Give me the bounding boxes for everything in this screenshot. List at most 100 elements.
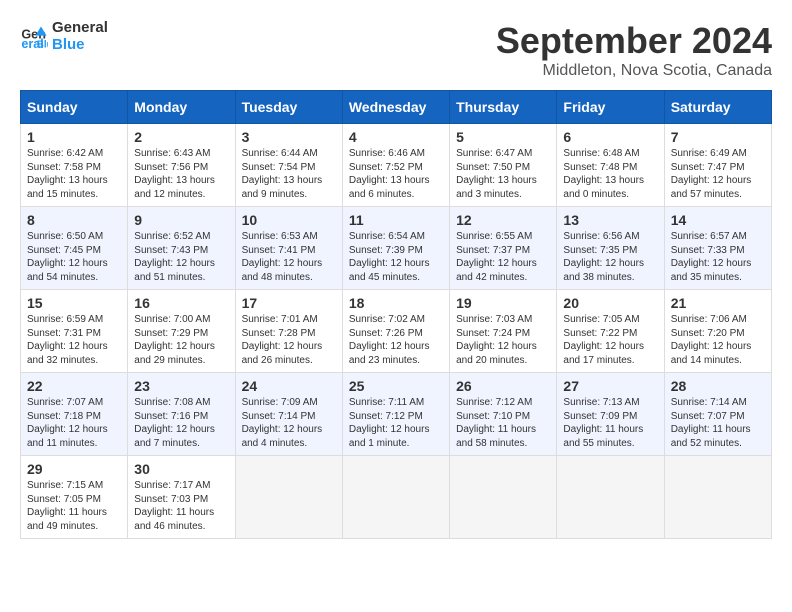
svg-text:Blue: Blue <box>37 39 48 50</box>
calendar-cell <box>664 456 771 539</box>
day-of-week-header: Thursday <box>450 91 557 124</box>
calendar-cell: 15 Sunrise: 6:59 AM Sunset: 7:31 PM Dayli… <box>21 290 128 373</box>
day-number: 11 <box>349 212 443 228</box>
calendar-cell: 29 Sunrise: 7:15 AM Sunset: 7:05 PM Dayli… <box>21 456 128 539</box>
calendar-cell: 18Sunrise: 7:02 AM Sunset: 7:26 PM Dayli… <box>342 290 449 373</box>
day-number: 7 <box>671 129 765 145</box>
calendar-cell: 20 Sunrise: 7:05 AM Sunset: 7:22 PM Dayli… <box>557 290 664 373</box>
calendar-cell: 17 Sunrise: 7:01 AM Sunset: 7:28 PM Dayli… <box>235 290 342 373</box>
calendar-week-row: 15 Sunrise: 6:59 AM Sunset: 7:31 PM Dayli… <box>21 290 772 373</box>
day-info: Sunrise: 7:13 AM Sunset: 7:09 PM Dayligh… <box>563 396 657 450</box>
day-number: 1 <box>27 129 121 145</box>
calendar-week-row: 22 Sunrise: 7:07 AM Sunset: 7:18 PM Dayli… <box>21 373 772 456</box>
day-number: 19 <box>456 295 550 311</box>
day-of-week-header: Wednesday <box>342 91 449 124</box>
day-info: Sunrise: 6:43 AM Sunset: 7:56 PM Dayligh… <box>134 147 228 201</box>
calendar-cell: 30 Sunrise: 7:17 AM Sunset: 7:03 PM Dayli… <box>128 456 235 539</box>
calendar-header-row: SundayMondayTuesdayWednesdayThursdayFrid… <box>21 91 772 124</box>
logo: Gen eral Blue General Blue <box>20 20 108 53</box>
day-number: 25 <box>349 378 443 394</box>
day-of-week-header: Friday <box>557 91 664 124</box>
day-info: Sunrise: 7:07 AM Sunset: 7:18 PM Dayligh… <box>27 396 121 450</box>
day-number: 27 <box>563 378 657 394</box>
day-number: 9 <box>134 212 228 228</box>
day-info: Sunrise: 6:49 AM Sunset: 7:47 PM Dayligh… <box>671 147 765 201</box>
day-info: Sunrise: 6:52 AM Sunset: 7:43 PM Dayligh… <box>134 230 228 284</box>
calendar-cell: 4 Sunrise: 6:46 AM Sunset: 7:52 PM Daylig… <box>342 124 449 207</box>
day-number: 16 <box>134 295 228 311</box>
calendar-cell: 27 Sunrise: 7:13 AM Sunset: 7:09 PM Dayli… <box>557 373 664 456</box>
calendar-cell: 8Sunrise: 6:50 AM Sunset: 7:45 PM Daylig… <box>21 207 128 290</box>
day-info: Sunrise: 7:11 AM Sunset: 7:12 PM Dayligh… <box>349 396 443 450</box>
calendar-cell: 2 Sunrise: 6:43 AM Sunset: 7:56 PM Daylig… <box>128 124 235 207</box>
location-subtitle: Middleton, Nova Scotia, Canada <box>496 62 772 80</box>
day-number: 20 <box>563 295 657 311</box>
day-info: Sunrise: 7:03 AM Sunset: 7:24 PM Dayligh… <box>456 313 550 367</box>
calendar-cell: 10 Sunrise: 6:53 AM Sunset: 7:41 PM Dayli… <box>235 207 342 290</box>
calendar-cell: 5Sunrise: 6:47 AM Sunset: 7:50 PM Daylig… <box>450 124 557 207</box>
calendar-cell: 13 Sunrise: 6:56 AM Sunset: 7:35 PM Dayli… <box>557 207 664 290</box>
day-number: 24 <box>242 378 336 394</box>
day-of-week-header: Tuesday <box>235 91 342 124</box>
day-number: 14 <box>671 212 765 228</box>
calendar-week-row: 8Sunrise: 6:50 AM Sunset: 7:45 PM Daylig… <box>21 207 772 290</box>
calendar-cell: 23Sunrise: 7:08 AM Sunset: 7:16 PM Dayli… <box>128 373 235 456</box>
day-number: 13 <box>563 212 657 228</box>
calendar-cell: 14Sunrise: 6:57 AM Sunset: 7:33 PM Dayli… <box>664 207 771 290</box>
day-info: Sunrise: 7:01 AM Sunset: 7:28 PM Dayligh… <box>242 313 336 367</box>
calendar-cell: 28Sunrise: 7:14 AM Sunset: 7:07 PM Dayli… <box>664 373 771 456</box>
day-number: 17 <box>242 295 336 311</box>
calendar-cell: 7 Sunrise: 6:49 AM Sunset: 7:47 PM Daylig… <box>664 124 771 207</box>
calendar-cell: 24 Sunrise: 7:09 AM Sunset: 7:14 PM Dayli… <box>235 373 342 456</box>
day-info: Sunrise: 6:47 AM Sunset: 7:50 PM Dayligh… <box>456 147 550 201</box>
day-info: Sunrise: 7:12 AM Sunset: 7:10 PM Dayligh… <box>456 396 550 450</box>
day-info: Sunrise: 6:42 AM Sunset: 7:58 PM Dayligh… <box>27 147 121 201</box>
day-number: 4 <box>349 129 443 145</box>
calendar-cell: 6Sunrise: 6:48 AM Sunset: 7:48 PM Daylig… <box>557 124 664 207</box>
calendar-week-row: 1 Sunrise: 6:42 AM Sunset: 7:58 PM Daylig… <box>21 124 772 207</box>
calendar-cell: 11 Sunrise: 6:54 AM Sunset: 7:39 PM Dayli… <box>342 207 449 290</box>
day-of-week-header: Sunday <box>21 91 128 124</box>
day-info: Sunrise: 7:09 AM Sunset: 7:14 PM Dayligh… <box>242 396 336 450</box>
day-number: 8 <box>27 212 121 228</box>
day-of-week-header: Monday <box>128 91 235 124</box>
calendar-cell: 22 Sunrise: 7:07 AM Sunset: 7:18 PM Dayli… <box>21 373 128 456</box>
day-info: Sunrise: 6:54 AM Sunset: 7:39 PM Dayligh… <box>349 230 443 284</box>
calendar-week-row: 29 Sunrise: 7:15 AM Sunset: 7:05 PM Dayli… <box>21 456 772 539</box>
logo-line1: General <box>52 20 108 37</box>
calendar-cell: 9 Sunrise: 6:52 AM Sunset: 7:43 PM Daylig… <box>128 207 235 290</box>
day-info: Sunrise: 7:14 AM Sunset: 7:07 PM Dayligh… <box>671 396 765 450</box>
day-info: Sunrise: 7:06 AM Sunset: 7:20 PM Dayligh… <box>671 313 765 367</box>
calendar-cell: 21 Sunrise: 7:06 AM Sunset: 7:20 PM Dayli… <box>664 290 771 373</box>
day-info: Sunrise: 7:08 AM Sunset: 7:16 PM Dayligh… <box>134 396 228 450</box>
month-title: September 2024 <box>496 20 772 62</box>
calendar-cell: 25 Sunrise: 7:11 AM Sunset: 7:12 PM Dayli… <box>342 373 449 456</box>
calendar-cell: 1 Sunrise: 6:42 AM Sunset: 7:58 PM Daylig… <box>21 124 128 207</box>
logo-line2: Blue <box>52 37 108 54</box>
day-info: Sunrise: 6:48 AM Sunset: 7:48 PM Dayligh… <box>563 147 657 201</box>
day-info: Sunrise: 7:05 AM Sunset: 7:22 PM Dayligh… <box>563 313 657 367</box>
day-number: 10 <box>242 212 336 228</box>
day-number: 15 <box>27 295 121 311</box>
day-number: 2 <box>134 129 228 145</box>
day-number: 21 <box>671 295 765 311</box>
day-number: 26 <box>456 378 550 394</box>
day-info: Sunrise: 7:00 AM Sunset: 7:29 PM Dayligh… <box>134 313 228 367</box>
day-info: Sunrise: 6:56 AM Sunset: 7:35 PM Dayligh… <box>563 230 657 284</box>
calendar-table: SundayMondayTuesdayWednesdayThursdayFrid… <box>20 90 772 539</box>
calendar-cell <box>450 456 557 539</box>
day-info: Sunrise: 7:15 AM Sunset: 7:05 PM Dayligh… <box>27 479 121 533</box>
day-number: 30 <box>134 461 228 477</box>
day-number: 12 <box>456 212 550 228</box>
day-info: Sunrise: 6:59 AM Sunset: 7:31 PM Dayligh… <box>27 313 121 367</box>
day-of-week-header: Saturday <box>664 91 771 124</box>
day-info: Sunrise: 6:55 AM Sunset: 7:37 PM Dayligh… <box>456 230 550 284</box>
day-number: 18 <box>349 295 443 311</box>
day-number: 29 <box>27 461 121 477</box>
day-info: Sunrise: 7:17 AM Sunset: 7:03 PM Dayligh… <box>134 479 228 533</box>
calendar-cell: 16 Sunrise: 7:00 AM Sunset: 7:29 PM Dayli… <box>128 290 235 373</box>
day-info: Sunrise: 6:53 AM Sunset: 7:41 PM Dayligh… <box>242 230 336 284</box>
day-number: 22 <box>27 378 121 394</box>
calendar-cell: 12 Sunrise: 6:55 AM Sunset: 7:37 PM Dayli… <box>450 207 557 290</box>
day-info: Sunrise: 6:46 AM Sunset: 7:52 PM Dayligh… <box>349 147 443 201</box>
